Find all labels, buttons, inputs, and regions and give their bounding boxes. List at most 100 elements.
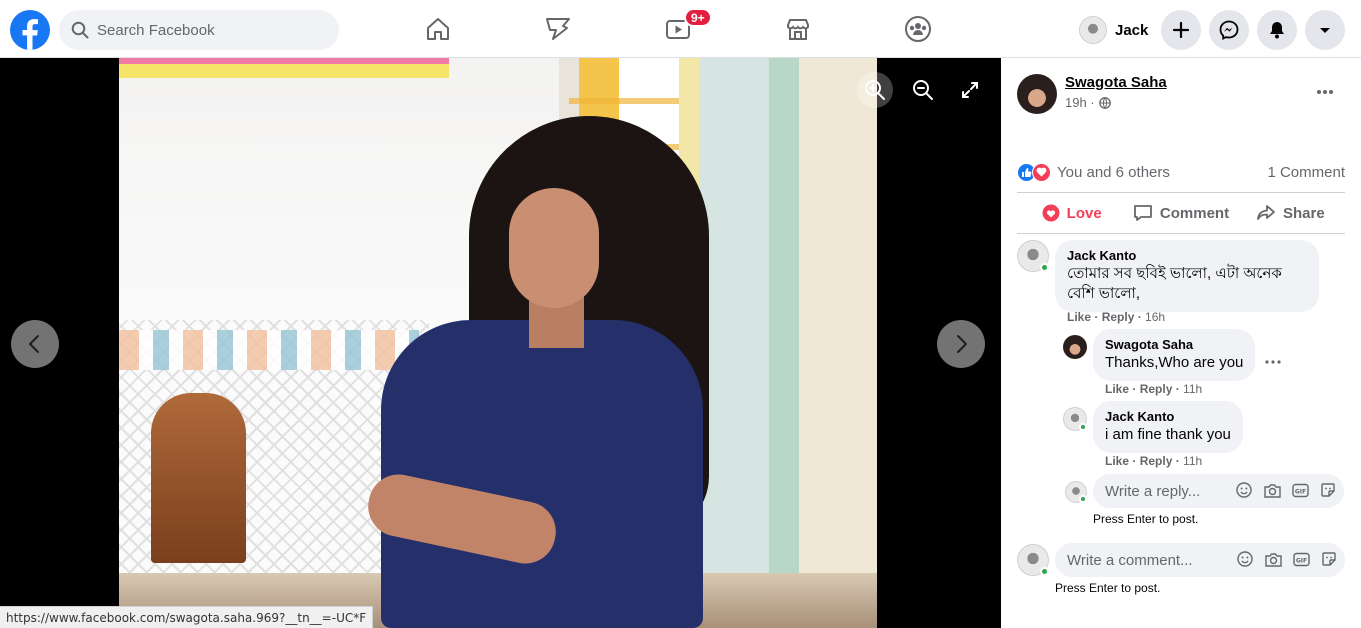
more-horizontal-icon <box>1317 90 1333 94</box>
notifications-button[interactable] <box>1257 10 1297 50</box>
comment-actions: Like · Reply · 16h <box>1067 310 1166 324</box>
reply-composer[interactable]: GIF <box>1093 474 1344 508</box>
gif-icon[interactable]: GIF <box>1290 479 1310 501</box>
post-details-panel: Swagota Saha 19h · You and 6 others 1 Co… <box>1001 58 1361 628</box>
reply-actions: Like · Reply · 11h <box>1105 454 1203 468</box>
sticker-icon[interactable] <box>1318 479 1338 501</box>
account-menu-button[interactable] <box>1305 10 1345 50</box>
share-button[interactable]: Share <box>1236 193 1345 233</box>
comment-bubble: Jack Kanto তোমার সব ছবিই ভালো, এটা অনেক … <box>1055 240 1319 312</box>
home-tab[interactable] <box>416 8 460 50</box>
love-button[interactable]: Love <box>1017 193 1126 233</box>
commenter-name[interactable]: Jack Kanto <box>1067 248 1307 264</box>
reply-time[interactable]: 11h <box>1183 382 1202 396</box>
post-meta: 19h · <box>1065 95 1111 110</box>
zoom-in-icon <box>865 80 885 100</box>
author-name[interactable]: Swagota Saha <box>1065 74 1167 91</box>
post-options-button[interactable] <box>1307 80 1343 104</box>
expand-icon <box>962 82 978 98</box>
more-horizontal-icon <box>1265 360 1282 364</box>
reply-time[interactable]: 11h <box>1183 454 1202 468</box>
previous-photo-button[interactable] <box>11 320 59 368</box>
camera-icon[interactable] <box>1263 548 1283 570</box>
reply-comment-link[interactable]: Reply <box>1102 310 1135 324</box>
create-button[interactable] <box>1161 10 1201 50</box>
comment-hint: Press Enter to post. <box>1055 581 1161 595</box>
reactions-text[interactable]: You and 6 others <box>1057 164 1170 181</box>
browser-status-url: https://www.facebook.com/swagota.saha.96… <box>0 606 374 628</box>
replier-avatar[interactable] <box>1063 335 1087 359</box>
like-comment-link[interactable]: Like <box>1067 310 1091 324</box>
globe-icon <box>1098 96 1111 109</box>
reply-bubble: Jack Kanto i am fine thank you <box>1093 401 1243 453</box>
reply-comment: Jack Kanto i am fine thank you <box>1063 401 1243 453</box>
emoji-icon[interactable] <box>1234 479 1254 501</box>
emoji-icon[interactable] <box>1235 548 1255 570</box>
chevron-left-icon <box>29 335 39 353</box>
replier-name[interactable]: Swagota Saha <box>1105 337 1243 353</box>
replier-name[interactable]: Jack Kanto <box>1105 409 1231 425</box>
love-label: Love <box>1066 204 1102 222</box>
comment-text-line: বেশি ভালো, <box>1067 285 1141 302</box>
current-user-avatar <box>1065 481 1087 503</box>
reply-input[interactable] <box>1105 482 1225 500</box>
avatar <box>1079 16 1107 44</box>
replier-avatar[interactable] <box>1063 407 1087 431</box>
profile-shortcut[interactable]: Jack <box>1077 12 1154 48</box>
post-time[interactable]: 19h · <box>1065 95 1095 110</box>
reaction-icons[interactable] <box>1017 162 1051 182</box>
photo-viewer <box>0 58 1001 628</box>
share-label: Share <box>1282 204 1325 222</box>
zoom-in-button[interactable] <box>857 72 893 108</box>
marketplace-tab[interactable] <box>776 8 820 50</box>
notification-badge: 9+ <box>684 8 712 27</box>
commenter-avatar[interactable] <box>1017 240 1049 272</box>
current-user-avatar <box>1017 544 1049 576</box>
reply-comment: Swagota Saha Thanks,Who are you <box>1063 329 1282 381</box>
svg-text:GIF: GIF <box>1294 488 1305 495</box>
comment-label: Comment <box>1159 204 1230 222</box>
like-reply-link[interactable]: Like <box>1105 454 1129 468</box>
marketplace-icon <box>787 19 809 40</box>
reply-reply-link[interactable]: Reply <box>1140 382 1173 396</box>
chevron-right-icon <box>957 335 967 353</box>
comment: Jack Kanto তোমার সব ছবিই ভালো, এটা অনেক … <box>1017 240 1319 312</box>
fullscreen-button[interactable] <box>952 72 988 108</box>
zoom-out-button[interactable] <box>905 72 941 108</box>
comment-text-line: তোমার সব ছবিই ভালো, এটা অনেক <box>1067 265 1282 282</box>
next-photo-button[interactable] <box>937 320 985 368</box>
comment-time[interactable]: 16h <box>1145 310 1165 324</box>
comment-count[interactable]: 1 Comment <box>1267 164 1345 181</box>
reply-hint: Press Enter to post. <box>1093 512 1199 526</box>
reply-actions: Like · Reply · 11h <box>1105 382 1203 396</box>
reply-bubble: Swagota Saha Thanks,Who are you <box>1093 329 1256 381</box>
caret-down-icon <box>1320 28 1330 33</box>
pages-tab[interactable] <box>536 8 580 50</box>
search-bar[interactable] <box>59 10 339 50</box>
comment-composer[interactable]: GIF <box>1055 543 1345 577</box>
share-icon <box>1257 205 1275 220</box>
author-avatar[interactable] <box>1017 74 1057 114</box>
profile-name: Jack <box>1115 21 1149 39</box>
sticker-icon[interactable] <box>1319 548 1339 570</box>
zoom-out-icon <box>913 80 933 100</box>
plus-icon <box>1172 21 1190 39</box>
like-reply-link[interactable]: Like <box>1105 382 1129 396</box>
comment-button[interactable]: Comment <box>1126 193 1235 233</box>
groups-icon <box>905 16 931 42</box>
groups-tab[interactable] <box>896 8 940 50</box>
reply-reply-link[interactable]: Reply <box>1140 454 1173 468</box>
svg-text:GIF: GIF <box>1295 557 1306 564</box>
facebook-logo-icon[interactable] <box>10 10 50 50</box>
reply-text: i am fine thank you <box>1105 426 1231 443</box>
top-navigation-bar: 9+ Jack <box>0 0 1361 58</box>
search-icon <box>71 21 89 39</box>
search-input[interactable] <box>97 21 317 39</box>
camera-icon[interactable] <box>1262 479 1282 501</box>
comment-input[interactable] <box>1067 551 1217 569</box>
bell-icon <box>1270 22 1284 39</box>
messenger-button[interactable] <box>1209 10 1249 50</box>
post-photo <box>119 58 877 628</box>
gif-icon[interactable]: GIF <box>1291 548 1311 570</box>
reply-options-button[interactable] <box>1265 351 1282 381</box>
